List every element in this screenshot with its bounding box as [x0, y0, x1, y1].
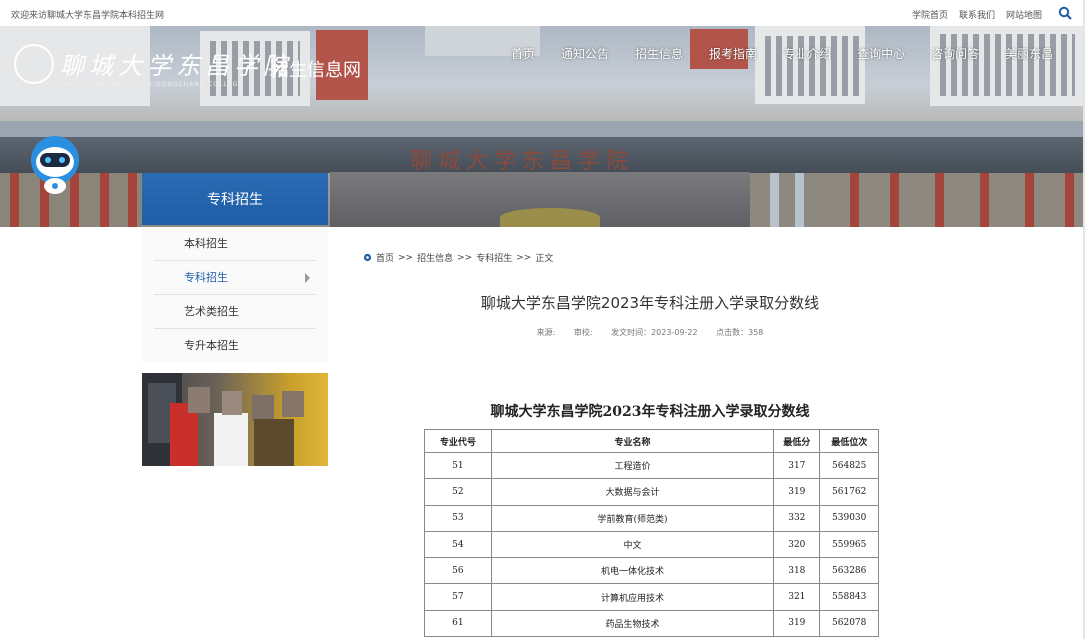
table-cell: 561762	[819, 478, 879, 506]
table-cell: 320	[773, 530, 821, 559]
table-cell: 53	[424, 504, 492, 532]
article-title: 聊城大学东昌学院2023年专科注册入学录取分数线	[480, 294, 820, 312]
nav-qa[interactable]: 咨询问答	[918, 45, 992, 62]
lawn-image	[500, 208, 600, 227]
meta-clicks: 点击数：358	[716, 328, 764, 337]
link-college-home[interactable]: 学院首页	[912, 8, 948, 21]
table-cell: 工程造价	[490, 451, 775, 480]
sidebar-menu: 本科招生 专科招生 艺术类招生 专升本招生	[142, 227, 328, 363]
sidebar-item-undergraduate[interactable]: 本科招生	[154, 227, 316, 261]
table-cell: 564825	[819, 451, 879, 480]
table-cell: 321	[773, 583, 821, 611]
search-icon[interactable]	[1058, 6, 1072, 20]
table-row: 51 工程造价 317 564825	[424, 451, 879, 480]
robot-assistant-icon[interactable]	[26, 136, 84, 196]
top-links: 学院首页 联系我们 网站地图	[912, 8, 1042, 21]
nav-majors[interactable]: 专业介绍	[770, 45, 844, 62]
table-cell: 318	[773, 557, 821, 585]
table-cell: 药品生物技术	[490, 609, 775, 638]
college-emblem-icon	[14, 44, 54, 84]
table-cell: 332	[773, 504, 821, 532]
breadcrumb-separator: >>	[457, 252, 473, 263]
table-cell: 56	[424, 557, 492, 585]
table-cell: 563286	[819, 557, 879, 585]
gate-pillars-right	[750, 173, 1085, 227]
column-header: 专业代号	[424, 429, 492, 453]
table-cell: 558843	[819, 583, 879, 611]
breadcrumb-separator: >>	[398, 252, 414, 263]
score-table: 专业代号 专业名称 最低分 最低位次 51 工程造价 317 564825 52…	[424, 429, 879, 638]
logo-text[interactable]: 聊城大学东昌学院	[60, 46, 292, 81]
link-contact-us[interactable]: 联系我们	[959, 8, 995, 21]
nav-home[interactable]: 首页	[498, 45, 548, 62]
table-cell: 317	[773, 451, 821, 480]
table-cell: 559965	[819, 530, 879, 559]
students-photo-image	[142, 373, 304, 466]
breadcrumb-home[interactable]: 首页	[376, 251, 394, 264]
sidebar-item-label: 艺术类招生	[184, 305, 239, 318]
table-row: 56 机电一体化技术 318 563286	[424, 557, 879, 585]
column-header: 最低分	[773, 429, 821, 453]
meta-source: 来源:	[536, 328, 556, 337]
nav-query-center[interactable]: 查询中心	[844, 45, 918, 62]
link-sitemap[interactable]: 网站地图	[1006, 8, 1042, 21]
breadcrumb-current: 正文	[535, 254, 554, 264]
table-cell: 51	[424, 451, 492, 480]
table-row: 57 计算机应用技术 321 558843	[424, 583, 879, 611]
site-name: 招生信息网	[271, 60, 361, 81]
table-cell: 学前教育(师范类)	[490, 504, 775, 532]
table-cell: 319	[773, 478, 821, 506]
meta-reviewer: 审校:	[573, 328, 593, 337]
welcome-text: 欢迎来访聊城大学东昌学院本科招生网	[11, 11, 165, 21]
table-cell: 计算机应用技术	[490, 583, 775, 611]
breadcrumb-admission-info[interactable]: 招生信息	[417, 251, 453, 264]
sidebar-item-upgrade[interactable]: 专升本招生	[154, 329, 316, 363]
gate-top	[0, 121, 1085, 137]
meta-date: 发文时间：2023-09-22	[611, 328, 698, 337]
sidebar-item-label: 专升本招生	[184, 339, 239, 352]
main-nav: 首页 通知公告 招生信息 报考指南 专业介绍 查询中心 咨询问答 美丽东昌	[498, 45, 1066, 62]
sidebar-item-label: 专科招生	[184, 271, 228, 284]
nav-campus[interactable]: 美丽东昌	[992, 45, 1066, 62]
table-row: 52 大数据与会计 319 561762	[424, 478, 879, 506]
chevron-right-icon	[305, 273, 310, 283]
table-cell: 57	[424, 583, 492, 611]
article-meta: 来源: 审校: 发文时间：2023-09-22 点击数：358	[360, 327, 940, 338]
table-cell: 52	[424, 478, 492, 506]
nav-admission-info[interactable]: 招生信息	[622, 45, 696, 62]
breadcrumb-junior-college[interactable]: 专科招生	[476, 251, 512, 264]
table-row: 53 学前教育(师范类) 332 539030	[424, 504, 879, 532]
column-header: 最低位次	[819, 429, 879, 453]
sidebar-item-junior-college[interactable]: 专科招生	[154, 261, 316, 295]
table-cell: 中文	[490, 530, 775, 559]
table-cell: 539030	[819, 504, 879, 532]
logo-english-text: LIAOCHENG UNIVERSITY DONGCHANG COLLEGE	[60, 81, 244, 88]
nav-notices[interactable]: 通知公告	[548, 45, 622, 62]
table-cell: 机电一体化技术	[490, 557, 775, 585]
top-bar: 欢迎来访聊城大学东昌学院本科招生网 学院首页 联系我们 网站地图	[0, 0, 1085, 26]
breadcrumb: 首页 >> 招生信息 >> 专科招生 >> 正文	[363, 251, 553, 264]
nav-application-guide[interactable]: 报考指南	[696, 45, 770, 62]
sidebar-item-label: 本科招生	[184, 237, 228, 250]
table-cell: 61	[424, 609, 492, 638]
table-header-row: 专业代号 专业名称 最低分 最低位次	[424, 429, 879, 453]
table-row: 54 中文 320 559965	[424, 530, 879, 559]
gate-inscription: 聊城大学东昌学院	[410, 149, 635, 174]
table-cell: 大数据与会计	[490, 478, 775, 506]
table-cell: 562078	[819, 609, 879, 638]
sidebar-title: 专科招生	[142, 173, 328, 225]
table-row: 61 药品生物技术 319 562078	[424, 609, 879, 638]
sidebar-item-art[interactable]: 艺术类招生	[154, 295, 316, 329]
table-title: 聊城大学东昌学院2023年专科注册入学录取分数线	[490, 404, 810, 420]
table-cell: 319	[773, 609, 821, 638]
location-icon	[363, 253, 372, 262]
sidebar-photo[interactable]	[142, 373, 328, 466]
breadcrumb-separator: >>	[516, 252, 532, 263]
column-header: 专业名称	[490, 429, 775, 453]
table-cell: 54	[424, 530, 492, 559]
